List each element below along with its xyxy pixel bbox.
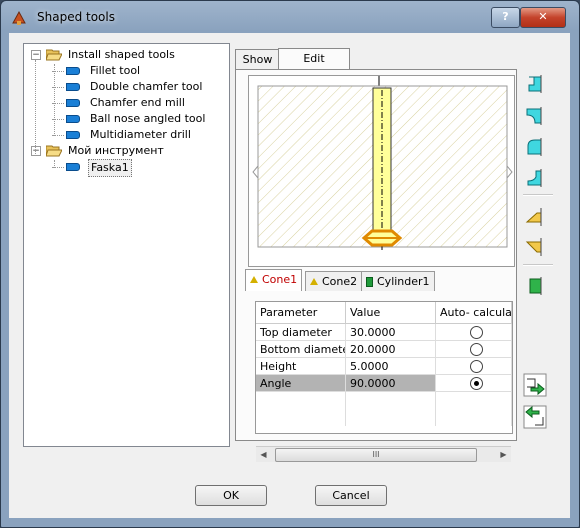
close-button[interactable]: ✕ [520,7,566,28]
scrollbar-thumb[interactable]: III [275,448,477,462]
empty-cell [346,409,436,426]
parameter-cell: Bottom diameter [256,341,346,358]
tree-item-label: Мой инструмент [68,144,164,157]
empty-cell [256,409,346,426]
parameter-grid[interactable]: Parameter Value Auto- calculat Top diame… [255,301,513,434]
column-header-auto-calculate[interactable]: Auto- calculat [436,302,512,324]
auto-calculate-radio[interactable] [470,360,483,373]
tool-icon [66,67,80,75]
collapse-icon[interactable]: − [31,50,41,60]
tree-item-label: Ball nose angled tool [90,112,206,125]
scroll-right-icon[interactable]: ▶ [496,447,511,462]
add-round-top-segment-button[interactable] [523,135,547,159]
tool-tree[interactable]: − Install shaped tools Fillet tool Double c… [23,43,230,447]
empty-cell [436,392,512,409]
tree-line [54,64,55,136]
auto-calculate-cell [436,324,512,341]
folder-open-icon [46,145,62,157]
add-cone-down-segment-button[interactable] [523,235,547,259]
tab-cylinder1[interactable]: Cylinder1 [361,271,435,291]
auto-calculate-radio[interactable] [470,343,483,356]
tool-preview [248,75,515,267]
parameter-cell: Angle [256,375,346,392]
tool-icon [66,99,80,107]
tree-item-label: Double chamfer tool [90,80,203,93]
help-button[interactable]: ? [491,7,520,28]
tree-item-label: Faska1 [88,159,132,177]
tool-icon [66,115,80,123]
tree-item[interactable]: Double chamfer tool [52,79,204,95]
tree-item[interactable]: Fillet tool [52,63,142,79]
grid-horizontal-scrollbar[interactable]: ◀ III ▶ [256,446,511,462]
tree-item[interactable]: Chamfer end mill [52,95,187,111]
add-cone-up-segment-button[interactable] [523,205,547,229]
title-bar[interactable]: Shaped tools ? ✕ [1,1,579,33]
cone-icon [310,277,318,285]
auto-calculate-radio[interactable] [470,377,483,390]
column-header-parameter[interactable]: Parameter [256,302,346,324]
tool-icon [66,83,80,91]
tree-item-label: Chamfer end mill [90,96,185,109]
parameter-cell: Height [256,358,346,375]
tool-icon [66,131,80,139]
app-icon [12,10,26,25]
add-fillet-segment-button[interactable] [523,104,547,128]
tab-show[interactable]: Show [235,49,280,70]
tab-cone1[interactable]: Cone1 [245,269,303,291]
auto-calculate-radio[interactable] [470,326,483,339]
tab-cone2[interactable]: Cone2 [305,271,363,291]
tree-item[interactable]: Ball nose angled tool [52,111,207,127]
add-round-bottom-segment-button[interactable] [523,166,547,190]
add-top-flat-segment-button[interactable] [523,72,547,96]
tree-folder[interactable]: − Install shaped tools [31,47,177,63]
cancel-button[interactable]: Cancel [315,485,387,506]
move-segment-up-button[interactable] [523,373,547,397]
folder-open-icon [46,49,62,61]
tab-edit[interactable]: Edit [278,48,350,70]
tree-folder[interactable]: − Мой инструмент [31,143,166,159]
tree-item-label: Fillet tool [90,64,141,77]
value-cell[interactable]: 5.0000 [346,358,436,375]
add-cylinder-segment-button[interactable] [523,274,547,298]
empty-cell [256,392,346,409]
value-cell[interactable]: 90.0000 [346,375,436,392]
cone-icon [250,275,258,283]
separator [523,264,553,266]
value-cell[interactable]: 20.0000 [346,341,436,358]
separator [523,194,553,196]
tree-item[interactable]: Multidiameter drill [52,127,193,143]
empty-cell [436,409,512,426]
parameter-cell: Top diameter [256,324,346,341]
column-header-value[interactable]: Value [346,302,436,324]
tool-icon [66,163,80,171]
shaped-tools-window: Shaped tools ? ✕ − Install shaped tools Fi… [0,0,580,528]
value-cell[interactable]: 30.0000 [346,324,436,341]
auto-calculate-cell [436,341,512,358]
cylinder-icon [366,277,373,287]
tree-item[interactable]: Faska1 [52,159,132,177]
dialog-body: − Install shaped tools Fillet tool Double c… [9,33,570,518]
auto-calculate-cell [436,375,512,392]
window-title: Shaped tools [37,10,115,24]
tree-line [35,60,36,156]
auto-calculate-cell [436,358,512,375]
tree-item-label: Install shaped tools [68,48,175,61]
collapse-icon[interactable]: − [31,146,41,156]
ok-button[interactable]: OK [195,485,267,506]
tool-drawing [252,76,513,251]
scroll-left-icon[interactable]: ◀ [256,447,271,462]
tree-line [54,160,55,168]
empty-cell [346,392,436,409]
tree-item-label: Multidiameter drill [90,128,191,141]
move-segment-down-button[interactable] [523,405,547,429]
